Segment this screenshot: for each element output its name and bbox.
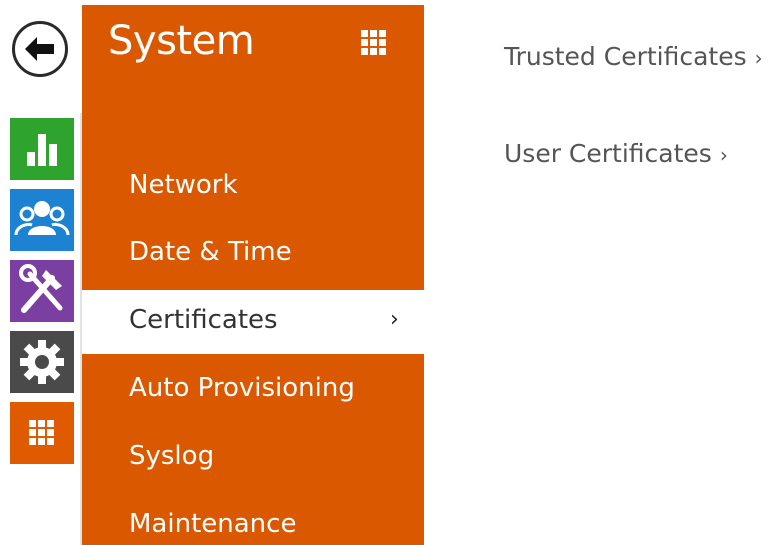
chevron-right-icon: › [754, 46, 763, 70]
link-label: Trusted Certificates [504, 42, 747, 71]
bar-chart-icon [10, 118, 74, 180]
back-button[interactable] [12, 21, 68, 77]
menu-item-certificates[interactable]: Certificates › [82, 290, 424, 354]
rail-status-tile[interactable] [10, 118, 74, 180]
chevron-right-icon: › [390, 307, 399, 332]
link-label: User Certificates [504, 139, 712, 168]
grid-view-button[interactable] [358, 27, 390, 59]
rail-hardware-tile[interactable] [10, 260, 74, 322]
menu-item-date-time[interactable]: Date & Time [82, 222, 424, 286]
menu-item-label: Maintenance [129, 509, 297, 539]
menu-item-label: Auto Provisioning [129, 373, 355, 403]
users-icon [10, 189, 74, 251]
menu-item-syslog[interactable]: Syslog [82, 426, 424, 490]
menu-item-label: Network [129, 170, 238, 200]
rail-services-tile[interactable] [10, 331, 74, 393]
menu-item-label: Syslog [129, 441, 215, 471]
trusted-certificates-link[interactable]: Trusted Certificates › [504, 42, 763, 72]
menu-item-auto-provisioning[interactable]: Auto Provisioning [82, 358, 424, 422]
user-certificates-link[interactable]: User Certificates › [504, 139, 728, 169]
grid-icon [361, 30, 386, 55]
panel-title: System [108, 18, 255, 64]
system-settings-page: System Network Date & Time Certificates … [0, 0, 784, 545]
back-arrow-icon [25, 37, 54, 61]
menu-item-network[interactable]: Network [82, 155, 424, 219]
menu-item-maintenance[interactable]: Maintenance [82, 494, 424, 545]
rail-system-tile[interactable] [10, 402, 74, 464]
system-menu-panel: System Network Date & Time Certificates … [82, 5, 424, 545]
rail-directory-tile[interactable] [10, 189, 74, 251]
menu-item-label: Date & Time [129, 237, 292, 267]
gear-icon [10, 331, 74, 393]
grid-icon [10, 402, 74, 464]
menu-item-label: Certificates [129, 305, 278, 335]
chevron-right-icon: › [719, 143, 728, 167]
tools-icon [10, 260, 74, 322]
